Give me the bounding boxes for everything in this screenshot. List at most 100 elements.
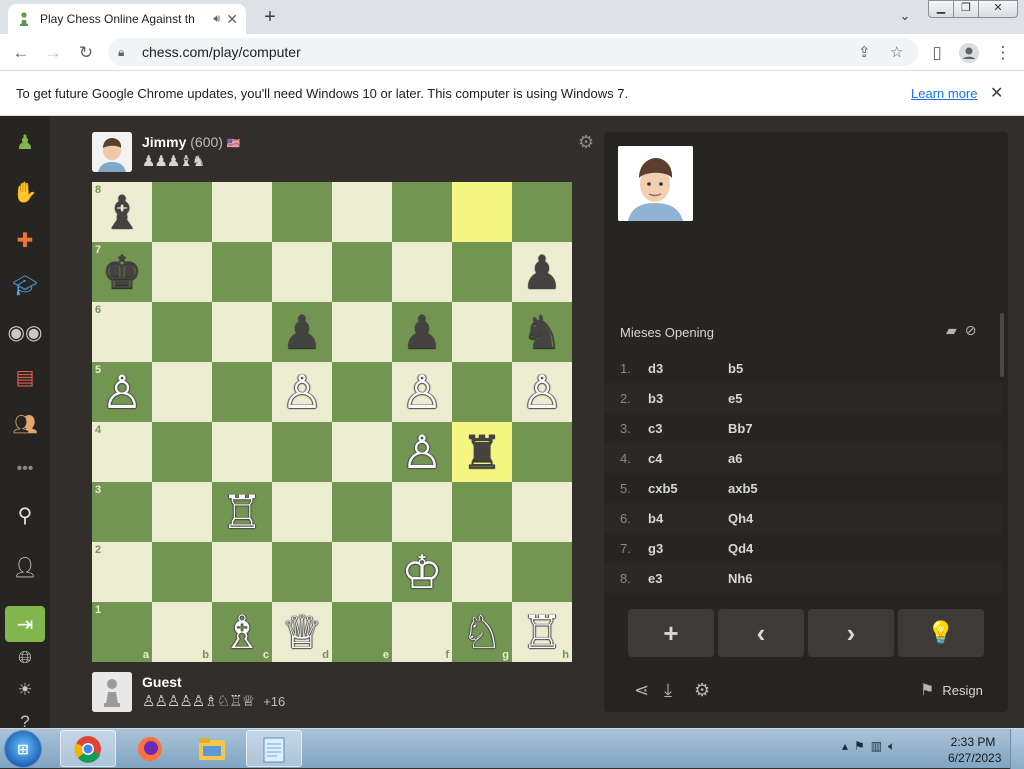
white-move[interactable]: c4 — [648, 451, 728, 466]
show-desktop-button[interactable] — [1010, 729, 1024, 769]
square-g6[interactable] — [452, 302, 512, 362]
square-h4[interactable] — [512, 422, 572, 482]
piece-d6[interactable]: ♟ — [272, 302, 332, 362]
square-d3[interactable] — [272, 482, 332, 542]
action-center-icon[interactable]: ⚑ — [854, 739, 871, 753]
piece-a7[interactable]: ♚ — [92, 242, 152, 302]
more-icon[interactable]: ••• — [9, 453, 41, 485]
black-move[interactable]: e5 — [728, 391, 808, 406]
browser-tab[interactable]: Play Chess Online Against th 🔊︎ ✕ — [8, 4, 246, 34]
hint-button[interactable]: 💡 — [898, 609, 984, 657]
share-icon[interactable]: ⋖ — [634, 680, 649, 701]
black-move[interactable]: Qh4 — [728, 511, 808, 526]
white-move[interactable]: b3 — [648, 391, 728, 406]
square-h2[interactable] — [512, 542, 572, 602]
black-move[interactable]: a6 — [728, 451, 808, 466]
book-icon[interactable]: ▰ — [946, 322, 965, 338]
white-move[interactable]: cxb5 — [648, 481, 728, 496]
volume-icon[interactable]: 🔈︎ — [888, 739, 901, 753]
square-c4[interactable] — [212, 422, 272, 482]
white-move[interactable]: c3 — [648, 421, 728, 436]
square-b8[interactable] — [152, 182, 212, 242]
square-e8[interactable] — [332, 182, 392, 242]
settings-icon[interactable]: ⚙ — [694, 680, 710, 701]
square-g3[interactable] — [452, 482, 512, 542]
new-tab-button[interactable]: + — [258, 6, 282, 30]
square-f3[interactable] — [392, 482, 452, 542]
square-b1[interactable]: b — [152, 602, 212, 662]
square-e5[interactable] — [332, 362, 392, 422]
square-g7[interactable] — [452, 242, 512, 302]
star-icon[interactable]: ☆ — [890, 43, 903, 61]
chrome-taskbar-button[interactable] — [60, 730, 116, 767]
square-b3[interactable] — [152, 482, 212, 542]
puzzle-hand-icon[interactable]: ✋ — [9, 176, 41, 208]
chess-board[interactable]: 8 ♝ 7 ♚ ♟ 6 ♟ ♟ ♞ 5 ♙ ♙ ♙ ♙ 4 ♙ ♜ 3 ♖ 2 ♔ 1 a b c ♗ d ♕ e f g ♘ h ♖ — [92, 182, 572, 662]
white-move[interactable]: g3 — [648, 541, 728, 556]
close-icon[interactable]: ✕ — [990, 83, 1003, 103]
square-g2[interactable] — [452, 542, 512, 602]
square-g5[interactable] — [452, 362, 512, 422]
square-f7[interactable] — [392, 242, 452, 302]
gear-icon[interactable]: ⚙ — [578, 132, 598, 152]
previous-move-button[interactable]: ‹ — [718, 609, 804, 657]
square-b4[interactable] — [152, 422, 212, 482]
square-e4[interactable] — [332, 422, 392, 482]
square-d8[interactable] — [272, 182, 332, 242]
opponent-name[interactable]: Jimmy — [142, 134, 186, 150]
chevron-down-icon[interactable]: ⌄ — [895, 8, 915, 26]
piece-d1[interactable]: ♕ — [272, 602, 332, 662]
square-a6[interactable]: 6 — [92, 302, 152, 362]
black-move[interactable]: Bb7 — [728, 421, 808, 436]
add-friend-icon[interactable]: 👤︎ — [9, 551, 41, 583]
next-move-button[interactable]: › — [808, 609, 894, 657]
puzzles-icon[interactable]: ✚ — [9, 224, 41, 256]
learn-more-link[interactable]: Learn more — [911, 86, 977, 101]
black-move[interactable]: Nh6 — [728, 571, 808, 586]
square-c5[interactable] — [212, 362, 272, 422]
social-icon[interactable]: 👥︎ — [9, 408, 41, 440]
network-icon[interactable]: ▥ — [871, 739, 888, 753]
piece-g4[interactable]: ♜ — [452, 422, 512, 482]
watch-icon[interactable]: ◉◉ — [8, 316, 43, 348]
close-tab-icon[interactable]: ✕ — [226, 11, 238, 28]
opponent-avatar[interactable] — [92, 132, 132, 172]
play-icon[interactable]: ♟ — [9, 126, 41, 158]
square-c8[interactable] — [212, 182, 272, 242]
square-g8[interactable] — [452, 182, 512, 242]
square-c7[interactable] — [212, 242, 272, 302]
forward-arrow-icon[interactable]: → — [40, 40, 66, 66]
square-b5[interactable] — [152, 362, 212, 422]
minimize-button[interactable]: ▁ — [928, 0, 954, 18]
square-d4[interactable] — [272, 422, 332, 482]
address-bar[interactable]: 🔒︎ chess.com/play/computer ⇪ ☆ — [108, 38, 918, 66]
reload-icon[interactable]: ↻ — [73, 40, 99, 66]
square-a2[interactable]: 2 — [92, 542, 152, 602]
piece-f6[interactable]: ♟ — [392, 302, 452, 362]
back-arrow-icon[interactable]: ← — [8, 40, 34, 66]
square-h8[interactable] — [512, 182, 572, 242]
square-b7[interactable] — [152, 242, 212, 302]
learn-icon[interactable]: 🎓︎ — [9, 269, 41, 301]
start-button[interactable]: ⊞ — [4, 730, 42, 768]
square-e3[interactable] — [332, 482, 392, 542]
piece-a8[interactable]: ♝ — [92, 182, 152, 242]
white-move[interactable]: b4 — [648, 511, 728, 526]
black-move[interactable]: b5 — [728, 361, 808, 376]
search-icon[interactable]: ⚲ — [9, 499, 41, 531]
login-icon[interactable]: ⇥ — [5, 606, 45, 642]
square-e7[interactable] — [332, 242, 392, 302]
black-move[interactable]: axb5 — [728, 481, 808, 496]
white-move[interactable]: d3 — [648, 361, 728, 376]
square-b2[interactable] — [152, 542, 212, 602]
menu-icon[interactable]: ⋮ — [990, 40, 1016, 66]
black-move[interactable]: Qd4 — [728, 541, 808, 556]
side-panel-icon[interactable]: ▯ — [924, 40, 950, 66]
square-a4[interactable]: 4 — [92, 422, 152, 482]
piece-c1[interactable]: ♗ — [212, 602, 272, 662]
square-h3[interactable] — [512, 482, 572, 542]
square-e2[interactable] — [332, 542, 392, 602]
square-d2[interactable] — [272, 542, 332, 602]
profile-icon[interactable] — [956, 40, 982, 66]
chevron-up-icon[interactable]: ▴ — [842, 739, 854, 753]
